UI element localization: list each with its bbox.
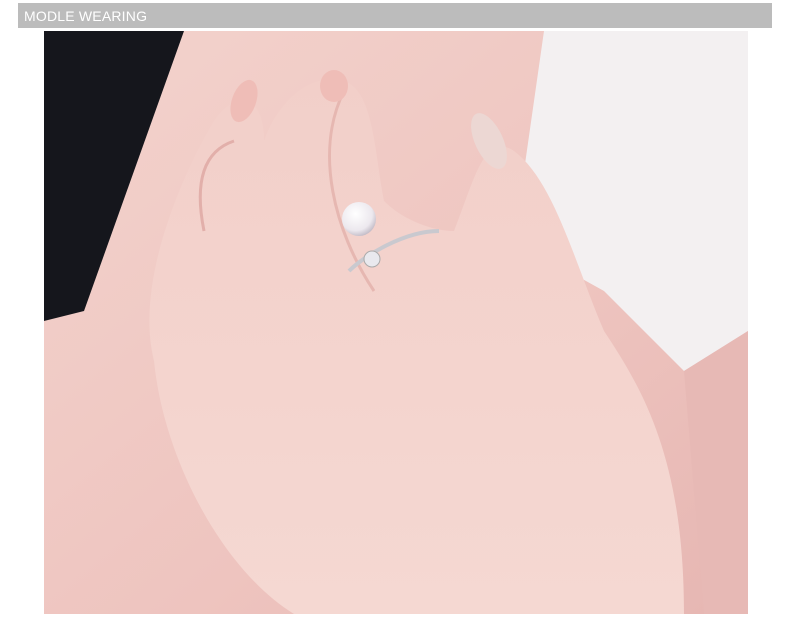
ring-pearl [342, 202, 376, 236]
section-title: MODLE WEARING [24, 8, 148, 24]
section-header: MODLE WEARING [18, 3, 772, 28]
ring-crystal [363, 250, 381, 268]
fingernail [320, 70, 348, 102]
product-photo [44, 31, 748, 614]
